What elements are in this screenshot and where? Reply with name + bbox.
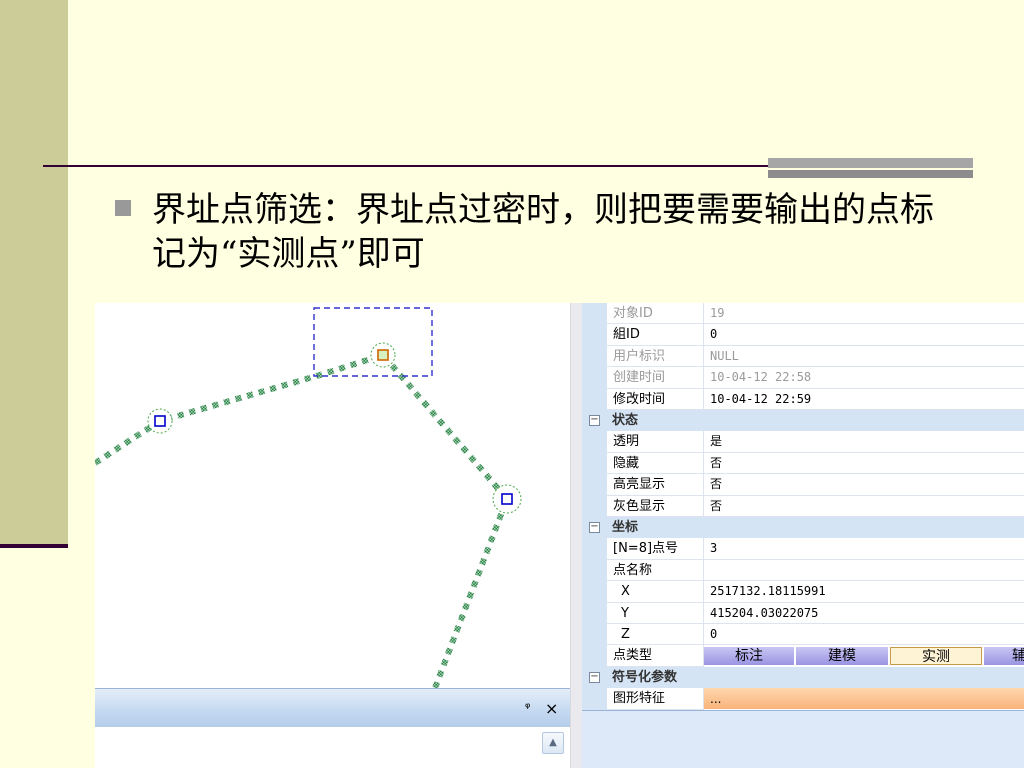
description-panel xyxy=(582,710,1024,768)
row-gutter xyxy=(582,431,607,453)
slide-left-band xyxy=(0,0,68,548)
vertex-marker[interactable] xyxy=(154,415,166,427)
property-value: 0 xyxy=(704,324,1024,346)
property-row[interactable]: [N=8]点号 3 xyxy=(582,538,1024,560)
property-value: 2517132.18115991 xyxy=(704,581,1024,603)
row-gutter xyxy=(582,688,607,710)
selected-vertex-marker[interactable] xyxy=(377,349,389,361)
property-row[interactable]: 高亮显示 否 xyxy=(582,474,1024,496)
row-gutter xyxy=(582,624,607,646)
feature-value[interactable]: ... xyxy=(704,688,1024,710)
pin-icon[interactable]: ᵠ xyxy=(525,701,530,716)
scroll-up-button[interactable]: ▲ xyxy=(542,732,564,754)
property-key: 高亮显示 xyxy=(607,474,704,496)
row-gutter xyxy=(582,645,607,667)
point-type-label[interactable]: 标注 xyxy=(704,647,794,666)
boundary-path[interactable] xyxy=(95,351,511,688)
property-value: 10-04-12 22:58 xyxy=(704,367,1024,389)
dock-header: ᵠ × xyxy=(95,688,570,727)
property-value: 10-04-12 22:59 xyxy=(704,389,1024,410)
property-row[interactable]: 透明 是 xyxy=(582,431,1024,453)
property-row[interactable]: 修改时间 10-04-12 22:59 xyxy=(582,388,1024,410)
property-row[interactable]: Z 0 xyxy=(582,624,1024,646)
vertex-marker[interactable] xyxy=(501,493,513,505)
property-key: 对象ID xyxy=(607,303,704,325)
property-row[interactable]: 隐藏 否 xyxy=(582,452,1024,475)
property-value: 3 xyxy=(704,538,1024,560)
row-gutter xyxy=(582,388,607,410)
property-row[interactable]: 对象ID 19 xyxy=(582,303,1024,325)
property-value: 0 xyxy=(704,624,1024,646)
property-row[interactable]: X 2517132.18115991 xyxy=(582,581,1024,603)
category-state[interactable]: − 状态 xyxy=(582,410,1024,432)
property-key: [N=8]点号 xyxy=(607,538,704,560)
collapse-icon[interactable]: − xyxy=(589,415,600,426)
property-row[interactable]: Y 415204.03022075 xyxy=(582,602,1024,624)
point-type-aux[interactable]: 辅 xyxy=(984,647,1024,666)
property-value: 否 xyxy=(704,496,1024,517)
category-coordinates[interactable]: − 坐标 xyxy=(582,517,1024,539)
slide-title-bar-top xyxy=(768,158,973,168)
row-gutter xyxy=(582,559,607,582)
property-key: 修改时间 xyxy=(607,388,704,410)
app-screenshot: ᵠ × ▲ 对象ID 19 組ID 0 用户标识 NULL 创建时间 10-04… xyxy=(95,303,1024,768)
property-row[interactable]: 組ID 0 xyxy=(582,324,1024,346)
output-dock: ᵠ × ▲ xyxy=(95,688,570,768)
property-value: 是 xyxy=(704,431,1024,453)
property-key: 点类型 xyxy=(607,645,704,667)
property-row[interactable]: 用户标识 NULL xyxy=(582,345,1024,368)
property-key: 创建时间 xyxy=(607,367,704,389)
property-value: 19 xyxy=(704,303,1024,325)
property-value: NULL xyxy=(704,346,1024,368)
property-key: 灰色显示 xyxy=(607,495,704,517)
map-canvas[interactable] xyxy=(95,303,570,688)
row-gutter xyxy=(582,495,607,517)
slide-title-bar-bottom xyxy=(768,170,973,178)
row-gutter xyxy=(582,452,607,475)
collapse-icon[interactable]: − xyxy=(589,671,600,683)
property-key: 透明 xyxy=(607,431,704,453)
selection-box xyxy=(313,307,433,377)
point-type-surveyed[interactable]: 实测 xyxy=(890,647,982,666)
row-gutter xyxy=(582,303,607,325)
slide-left-rule xyxy=(0,544,68,548)
row-gutter xyxy=(582,474,607,496)
category-label: 符号化参数 xyxy=(612,669,678,685)
point-type-modeling[interactable]: 建模 xyxy=(796,647,888,666)
square-bullet-icon xyxy=(115,200,131,216)
property-key: Y xyxy=(607,602,704,624)
property-value: 否 xyxy=(704,453,1024,475)
property-value: 415204.03022075 xyxy=(704,603,1024,624)
bullet-text: 界址点筛选：界址点过密时，则把要需要输出的点标记为“实测点”即可 xyxy=(152,190,934,274)
property-row[interactable]: 创建时间 10-04-12 22:58 xyxy=(582,367,1024,389)
map-drawing xyxy=(95,307,522,688)
row-gutter xyxy=(582,345,607,368)
category-label: 状态 xyxy=(612,413,639,428)
close-icon[interactable]: × xyxy=(545,699,558,718)
point-type-row: 点类型 标注 建模 实测 辅 xyxy=(582,645,1024,667)
row-gutter xyxy=(582,538,607,560)
property-key: 組ID xyxy=(607,324,704,346)
property-value[interactable] xyxy=(704,560,1024,582)
property-key: 图形特征 xyxy=(607,688,704,710)
property-key: Z xyxy=(607,624,704,646)
property-key: X xyxy=(607,581,704,603)
property-key: 隐藏 xyxy=(607,452,704,475)
property-key: 点名称 xyxy=(607,559,704,582)
row-gutter xyxy=(582,602,607,624)
collapse-icon[interactable]: − xyxy=(589,522,600,533)
property-row[interactable]: 灰色显示 否 xyxy=(582,495,1024,517)
property-key: 用户标识 xyxy=(607,345,704,368)
property-grid: 对象ID 19 組ID 0 用户标识 NULL 创建时间 10-04-12 22… xyxy=(582,303,1024,768)
row-gutter xyxy=(582,324,607,346)
category-label: 坐标 xyxy=(612,520,639,535)
property-value: 否 xyxy=(704,474,1024,496)
category-symbol[interactable]: − 符号化参数 xyxy=(582,666,1024,689)
slide-title-bar xyxy=(768,158,973,178)
row-gutter xyxy=(582,581,607,603)
feature-ellipsis: ... xyxy=(710,692,722,707)
property-row[interactable]: 点名称 xyxy=(582,559,1024,582)
property-row[interactable]: 图形特征 ... xyxy=(582,688,1024,710)
row-gutter xyxy=(582,367,607,389)
